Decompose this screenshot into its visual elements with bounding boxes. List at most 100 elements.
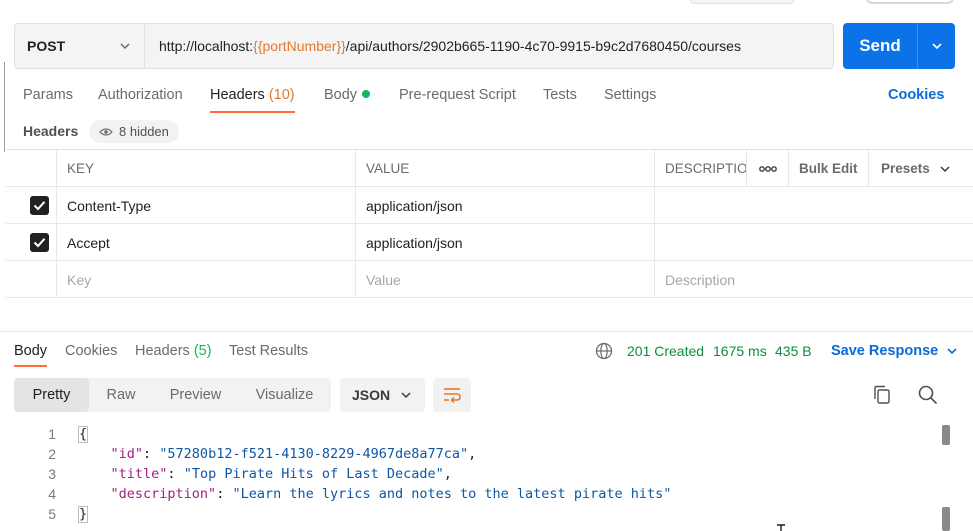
bulk-edit-button[interactable]: Bulk Edit (788, 150, 868, 187)
json-value: "57280b12-f521-4130-8229-4967de8a77ca" (159, 446, 469, 462)
copy-icon[interactable] (872, 384, 892, 406)
row-checkbox[interactable] (6, 224, 56, 261)
checkmark-icon (33, 238, 46, 248)
new-description-input[interactable]: Description (654, 261, 973, 298)
checkbox-column-header (6, 150, 56, 187)
response-size[interactable]: 435 B (775, 341, 812, 361)
json-open-brace: { (78, 426, 89, 443)
response-tab-headers[interactable]: Headers (5) (135, 341, 212, 361)
chevron-down-icon (940, 165, 950, 172)
format-label: JSON (352, 387, 391, 403)
chevron-down-icon (401, 392, 411, 399)
tab-params[interactable]: Params (23, 84, 73, 106)
scrollbar[interactable] (942, 425, 950, 531)
body-indicator-dot (362, 90, 371, 98)
tab-body[interactable]: Body (324, 84, 371, 106)
scrollbar-thumb-bottom[interactable] (942, 507, 950, 531)
response-time[interactable]: 1675 ms (713, 341, 767, 361)
line-number: 2 (48, 446, 56, 462)
new-value-input[interactable]: Value (355, 261, 655, 298)
description-column-header: DESCRIPTIO (654, 150, 746, 187)
tab-headers-label: Headers (210, 87, 265, 103)
toolbar-button[interactable] (866, 0, 954, 4)
header-key-cell[interactable]: Content-Type (56, 187, 356, 224)
view-pretty[interactable]: Pretty (14, 378, 89, 412)
response-status[interactable]: 201 Created (627, 341, 704, 361)
url-input[interactable]: http://localhost:{{portNumber}}/api/auth… (145, 38, 741, 54)
json-value: "Learn the lyrics and notes to the lates… (232, 486, 672, 502)
json-value: "Top Pirate Hits of Last Decade" (183, 466, 444, 482)
code-line: "id": "57280b12-f521-4130-8229-4967de8a7… (110, 446, 477, 462)
row-checkbox-empty (6, 261, 56, 298)
key-column-header: KEY (56, 150, 356, 187)
line-number: 5 (48, 506, 56, 522)
presets-label: Presets (881, 161, 930, 176)
response-tab-body[interactable]: Body (14, 341, 48, 367)
tab-headers[interactable]: Headers (10) (210, 84, 295, 113)
chevron-down-icon (120, 43, 130, 50)
header-value-cell[interactable]: application/json (355, 187, 655, 224)
send-button-group: Send (843, 23, 955, 69)
tab-settings[interactable]: Settings (604, 84, 656, 106)
tab-tests[interactable]: Tests (543, 84, 577, 106)
tab-headers-count: (10) (268, 87, 295, 103)
send-options-button[interactable] (918, 39, 955, 53)
table-row: Content-Type application/json (6, 187, 973, 224)
code-line: "title": "Top Pirate Hits of Last Decade… (110, 466, 452, 482)
tab-body-label: Body (324, 87, 358, 103)
response-view-segmented: Pretty Raw Preview Visualize (14, 378, 331, 412)
presets-dropdown[interactable]: Presets (868, 150, 973, 187)
new-key-input[interactable]: Key (56, 261, 356, 298)
send-button[interactable]: Send (843, 36, 917, 56)
method-select[interactable]: POST (15, 24, 145, 68)
environment-selector[interactable] (690, 0, 794, 4)
search-icon[interactable] (917, 384, 939, 406)
json-key: "title" (110, 466, 168, 482)
line-number: 1 (48, 426, 56, 442)
row-checkbox[interactable] (6, 187, 56, 224)
globe-icon[interactable] (595, 342, 613, 360)
header-description-cell[interactable] (654, 224, 973, 261)
hidden-headers-toggle[interactable]: 8 hidden (89, 120, 179, 143)
response-tab-headers-label: Headers (135, 343, 190, 359)
active-tab-indicator (210, 111, 295, 113)
table-row-empty: Key Value Description (6, 261, 973, 298)
more-options-button[interactable] (746, 150, 788, 187)
chevron-down-icon (947, 348, 957, 355)
wrap-lines-button[interactable] (433, 378, 471, 412)
response-body-viewer[interactable]: 1 2 3 4 5 { "id": "57280b12-f521-4130-82… (0, 424, 940, 531)
code-line: } (78, 506, 89, 523)
response-tab-cookies[interactable]: Cookies (65, 341, 117, 361)
headers-table: KEY VALUE DESCRIPTIO Bulk Edit Presets C… (6, 149, 973, 299)
header-value-cell[interactable]: application/json (355, 224, 655, 261)
response-tab-headers-count: (5) (193, 343, 212, 359)
cookies-link[interactable]: Cookies (888, 84, 944, 106)
response-divider[interactable] (0, 331, 973, 332)
method-label: POST (27, 38, 66, 54)
line-number: 3 (48, 466, 56, 482)
url-prefix: http://localhost: (159, 38, 254, 54)
chevron-down-icon (931, 43, 942, 50)
code-line: { (78, 426, 89, 443)
header-key-cell[interactable]: Accept (56, 224, 356, 261)
response-tab-test-results[interactable]: Test Results (229, 341, 308, 361)
save-response-button[interactable]: Save Response (831, 341, 958, 361)
tab-pre-request-script[interactable]: Pre-request Script (399, 84, 516, 106)
line-number: 4 (48, 486, 56, 502)
text-cursor-icon (777, 524, 785, 531)
checkbox-checked[interactable] (30, 196, 49, 215)
view-visualize[interactable]: Visualize (238, 378, 331, 412)
view-raw[interactable]: Raw (89, 378, 153, 412)
header-description-cell[interactable] (654, 187, 973, 224)
wrap-lines-icon (444, 388, 461, 403)
tab-authorization[interactable]: Authorization (98, 84, 183, 106)
checkmark-icon (33, 201, 46, 211)
json-close-brace: } (78, 506, 89, 523)
format-select[interactable]: JSON (340, 378, 425, 412)
view-preview[interactable]: Preview (153, 378, 238, 412)
scrollbar-thumb-top[interactable] (942, 425, 950, 445)
hidden-headers-label: 8 hidden (119, 124, 169, 139)
checkbox-checked[interactable] (30, 233, 49, 252)
active-tab-indicator (14, 365, 48, 367)
sidebar-divider (4, 62, 5, 152)
